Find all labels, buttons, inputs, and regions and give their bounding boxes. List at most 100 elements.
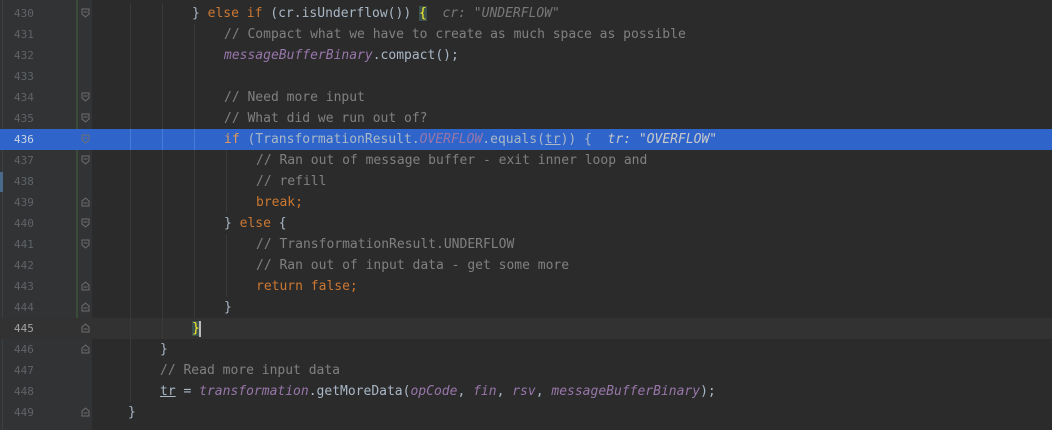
inline-value-hint: cr: "UNDERFLOW" [442, 6, 560, 21]
line-number[interactable]: 430 [14, 3, 40, 24]
code-text: } [224, 300, 232, 315]
keyword: else if [207, 6, 263, 21]
code-line[interactable]: 449} [0, 402, 1052, 423]
code-content[interactable]: } [128, 402, 136, 423]
line-number[interactable]: 436 [14, 129, 40, 150]
code-line[interactable]: 430 } else if (cr.isUnderflow()) { cr: "U… [0, 3, 1052, 24]
line-number[interactable]: 431 [14, 24, 40, 45]
indent-guide [130, 234, 131, 255]
code-content[interactable]: } else { [224, 213, 287, 234]
text-caret [198, 320, 201, 337]
line-number[interactable]: 445 [14, 318, 40, 339]
indent-guide [194, 192, 195, 213]
indent-guide [194, 255, 195, 276]
code-content[interactable]: // What did we run out of? [224, 108, 428, 129]
code-content[interactable]: // Ran out of input data - get some more [256, 255, 569, 276]
code-content[interactable]: tr = transformation.getMoreData(opCode, … [160, 381, 716, 402]
indent-guide [162, 192, 163, 213]
code-content[interactable]: return false; [256, 276, 358, 297]
indent-guide [130, 381, 131, 402]
indent-guide [130, 45, 131, 66]
indent-guide [162, 318, 163, 339]
code-content[interactable]: } [160, 339, 168, 360]
line-number[interactable]: 443 [14, 276, 40, 297]
line-number[interactable]: 449 [14, 402, 40, 423]
code-line[interactable]: 432 messageBufferBinary.compact(); [0, 45, 1052, 66]
field-ref: transformation [199, 384, 309, 399]
code-content[interactable]: } [192, 318, 201, 339]
line-number[interactable]: 437 [14, 150, 40, 171]
line-number[interactable]: 448 [14, 381, 40, 402]
code-line[interactable]: 446} [0, 339, 1052, 360]
comment: // Ran out of message buffer - exit inne… [256, 153, 648, 168]
code-content[interactable]: break; [256, 192, 303, 213]
code-content[interactable]: messageBufferBinary.compact(); [224, 45, 459, 66]
code-line[interactable]: 443 return false; [0, 276, 1052, 297]
indent-guide [130, 171, 131, 192]
code-content[interactable]: // TransformationResult.UNDERFLOW [256, 234, 514, 255]
code-content[interactable]: // Compact what we have to create as muc… [224, 24, 686, 45]
fold-collapse-icon[interactable] [81, 302, 90, 312]
line-number[interactable]: 444 [14, 297, 40, 318]
indent-guide [130, 276, 131, 297]
line-number[interactable]: 432 [14, 45, 40, 66]
indent-guide [130, 213, 131, 234]
line-number[interactable]: 439 [14, 192, 40, 213]
line-number[interactable]: 434 [14, 87, 40, 108]
comment: // Need more input [224, 90, 365, 105]
code-line[interactable]: 437 // Ran out of message buffer - exit i… [0, 150, 1052, 171]
fold-expand-icon[interactable] [81, 239, 90, 249]
fold-collapse-icon[interactable] [81, 323, 90, 333]
fold-collapse-icon[interactable] [81, 344, 90, 354]
code-line[interactable]: 433 [0, 66, 1052, 87]
code-content[interactable]: // refill [256, 171, 326, 192]
code-text: )) { [560, 132, 608, 147]
code-line[interactable]: 440 } else { [0, 213, 1052, 234]
code-line[interactable]: 438 // refill [0, 171, 1052, 192]
indent-guide [226, 150, 227, 171]
fold-expand-icon[interactable] [81, 8, 90, 18]
code-line[interactable]: 445} [0, 318, 1052, 339]
code-line[interactable]: 434 // Need more input [0, 87, 1052, 108]
field-ref: messageBufferBinary [551, 384, 701, 399]
indent-guide [226, 234, 227, 255]
code-line[interactable]: 442 // Ran out of input data - get some m… [0, 255, 1052, 276]
inline-value-hint: tr: "OVERFLOW" [607, 132, 718, 147]
line-number[interactable]: 438 [14, 171, 40, 192]
line-number[interactable]: 442 [14, 255, 40, 276]
fold-expand-icon[interactable] [81, 92, 90, 102]
line-number[interactable]: 446 [14, 339, 40, 360]
code-line[interactable]: 444} [0, 297, 1052, 318]
code-content[interactable]: // Ran out of message buffer - exit inne… [256, 150, 647, 171]
code-content[interactable]: // Need more input [224, 87, 365, 108]
code-line[interactable]: 447 // Read more input data [0, 360, 1052, 381]
code-line[interactable]: 435 // What did we run out of? [0, 108, 1052, 129]
fold-collapse-icon[interactable] [81, 197, 90, 207]
code-line[interactable]: 448 tr = transformation.getMoreData(opCod… [0, 381, 1052, 402]
fold-expand-icon[interactable] [81, 155, 90, 165]
fold-collapse-icon[interactable] [81, 407, 90, 417]
indent-guide [130, 255, 131, 276]
code-line[interactable]: 439 break; [0, 192, 1052, 213]
line-number[interactable]: 447 [14, 360, 40, 381]
code-line[interactable]: 441 // TransformationResult.UNDERFLOW [0, 234, 1052, 255]
line-number[interactable]: 440 [14, 213, 40, 234]
fold-expand-icon[interactable] [81, 113, 90, 123]
indent-guide [226, 192, 227, 213]
code-text: .compact(); [372, 48, 459, 63]
fold-expand-icon[interactable] [81, 218, 90, 228]
code-content[interactable]: if (TransformationResult.OVERFLOW.equals… [224, 129, 717, 150]
field-ref: opCode [410, 384, 458, 399]
code-editor[interactable]: 430 } else if (cr.isUnderflow()) { cr: "U… [0, 0, 1052, 430]
code-line[interactable]: 436 if (TransformationResult.OVERFLOW.equ… [0, 129, 1052, 150]
code-content[interactable]: } [224, 297, 232, 318]
line-number[interactable]: 433 [14, 66, 40, 87]
fold-collapse-icon[interactable] [81, 281, 90, 291]
code-content[interactable]: } else if (cr.isUnderflow()) { cr: "UNDE… [192, 3, 560, 24]
line-number[interactable]: 441 [14, 234, 40, 255]
code-line[interactable]: 431 // Compact what we have to create as … [0, 24, 1052, 45]
line-number[interactable]: 435 [14, 108, 40, 129]
code-content[interactable]: // Read more input data [160, 360, 340, 381]
indent-guide [226, 276, 227, 297]
fold-expand-icon[interactable] [81, 134, 90, 144]
